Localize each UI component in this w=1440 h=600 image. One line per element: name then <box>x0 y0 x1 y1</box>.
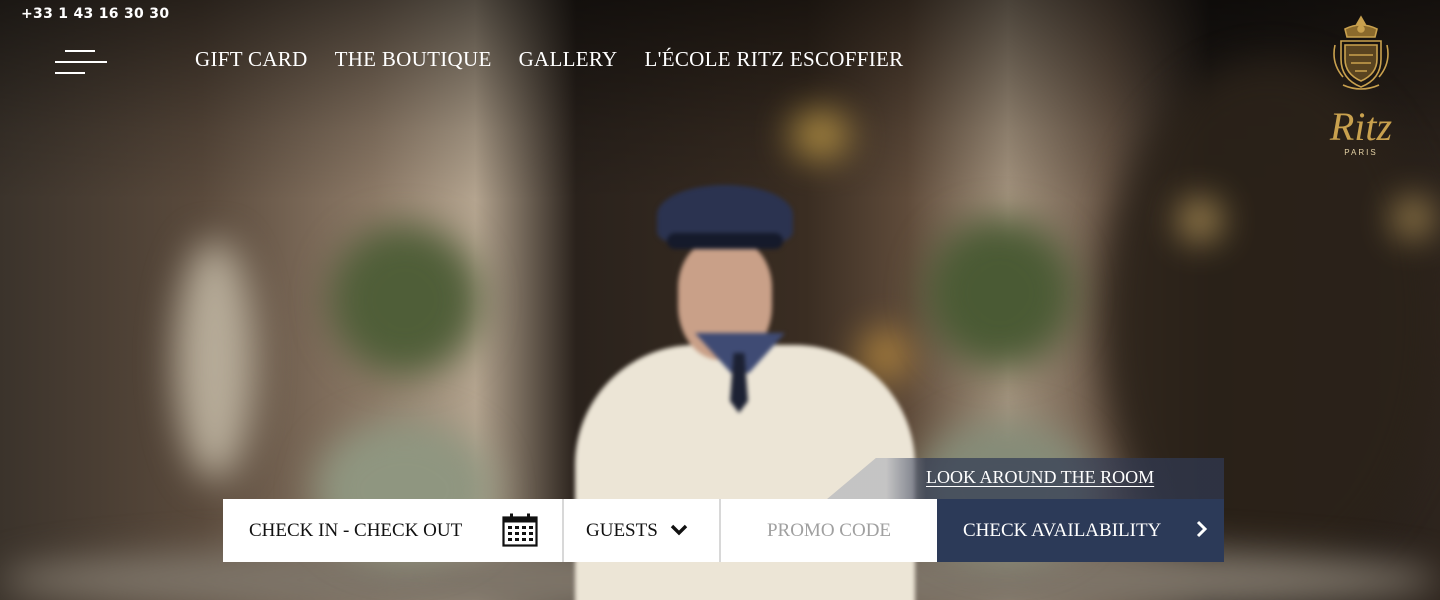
chevron-down-icon <box>670 524 687 535</box>
crest-icon <box>1333 15 1389 90</box>
nav-item-gallery[interactable]: GALLERY <box>519 47 618 72</box>
calendar-icon <box>502 513 538 547</box>
nav-item-boutique[interactable]: THE BOUTIQUE <box>335 47 492 72</box>
look-around-link[interactable]: LOOK AROUND THE ROOM <box>922 467 1158 488</box>
logo-city: PARIS <box>1344 148 1378 157</box>
main-navigation: GIFT CARD THE BOUTIQUE GALLERY L'ÉCOLE R… <box>195 47 930 72</box>
guests-label: GUESTS <box>586 519 658 541</box>
arched-window <box>175 240 255 480</box>
chevron-right-icon <box>1196 520 1208 538</box>
check-in-check-out-field[interactable]: CHECK IN - CHECK OUT <box>223 499 564 562</box>
check-availability-button[interactable]: CHECK AVAILABILITY <box>937 499 1224 562</box>
promo-code-input[interactable] <box>721 499 937 562</box>
dates-label: CHECK IN - CHECK OUT <box>249 519 463 541</box>
topiary-right <box>925 218 1075 368</box>
lantern-light <box>790 110 850 160</box>
hamburger-menu-icon[interactable] <box>55 50 109 76</box>
nav-item-ecole-escoffier[interactable]: L'ÉCOLE RITZ ESCOFFIER <box>645 47 904 72</box>
door-light <box>1395 200 1431 236</box>
door-light <box>1180 200 1220 240</box>
guests-dropdown[interactable]: GUESTS <box>564 499 721 562</box>
ritz-paris-logo[interactable]: Ritz PARIS <box>1300 15 1422 160</box>
booking-bar: CHECK IN - CHECK OUT GUESTS CHECK AVAILA… <box>223 499 1224 562</box>
nav-item-gift-card[interactable]: GIFT CARD <box>195 47 308 72</box>
topiary-left <box>330 225 480 375</box>
check-availability-label: CHECK AVAILABILITY <box>963 519 1162 541</box>
logo-wordmark: Ritz <box>1329 104 1393 149</box>
phone-number-link[interactable]: +33 1 43 16 30 30 <box>21 6 169 22</box>
